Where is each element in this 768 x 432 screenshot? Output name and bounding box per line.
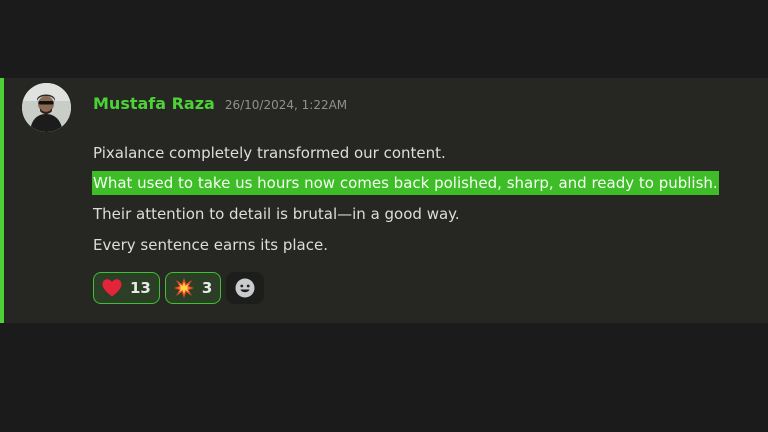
message-line: Their attention to detail is brutal—in a… <box>93 205 460 223</box>
reaction-heart[interactable]: 13 <box>93 272 160 304</box>
message-line: Every sentence earns its place. <box>93 236 328 254</box>
reaction-count: 3 <box>201 279 213 297</box>
reaction-collision[interactable]: 3 <box>164 272 222 304</box>
message-line: Pixalance completely transformed our con… <box>93 144 446 162</box>
highlight-accent-bar <box>0 78 4 323</box>
message-card[interactable]: Mustafa Raza 26/10/2024, 1:22AM Pixalanc… <box>0 78 768 323</box>
reaction-count: 13 <box>130 279 151 297</box>
username[interactable]: Mustafa Raza <box>93 94 215 113</box>
chat-view: Mustafa Raza 26/10/2024, 1:22AM Pixalanc… <box>0 0 768 432</box>
avatar-image <box>22 83 71 132</box>
add-reaction-button[interactable] <box>226 272 265 304</box>
timestamp[interactable]: 26/10/2024, 1:22AM <box>225 98 347 112</box>
avatar[interactable] <box>22 83 71 132</box>
collision-icon <box>173 277 195 299</box>
heart-icon <box>101 277 123 299</box>
message-line-highlighted: What used to take us hours now comes bac… <box>92 171 719 195</box>
smiley-add-reaction-icon <box>235 278 255 298</box>
reactions-bar: 13 3 <box>93 272 265 304</box>
message-header: Mustafa Raza 26/10/2024, 1:22AM <box>93 94 347 118</box>
